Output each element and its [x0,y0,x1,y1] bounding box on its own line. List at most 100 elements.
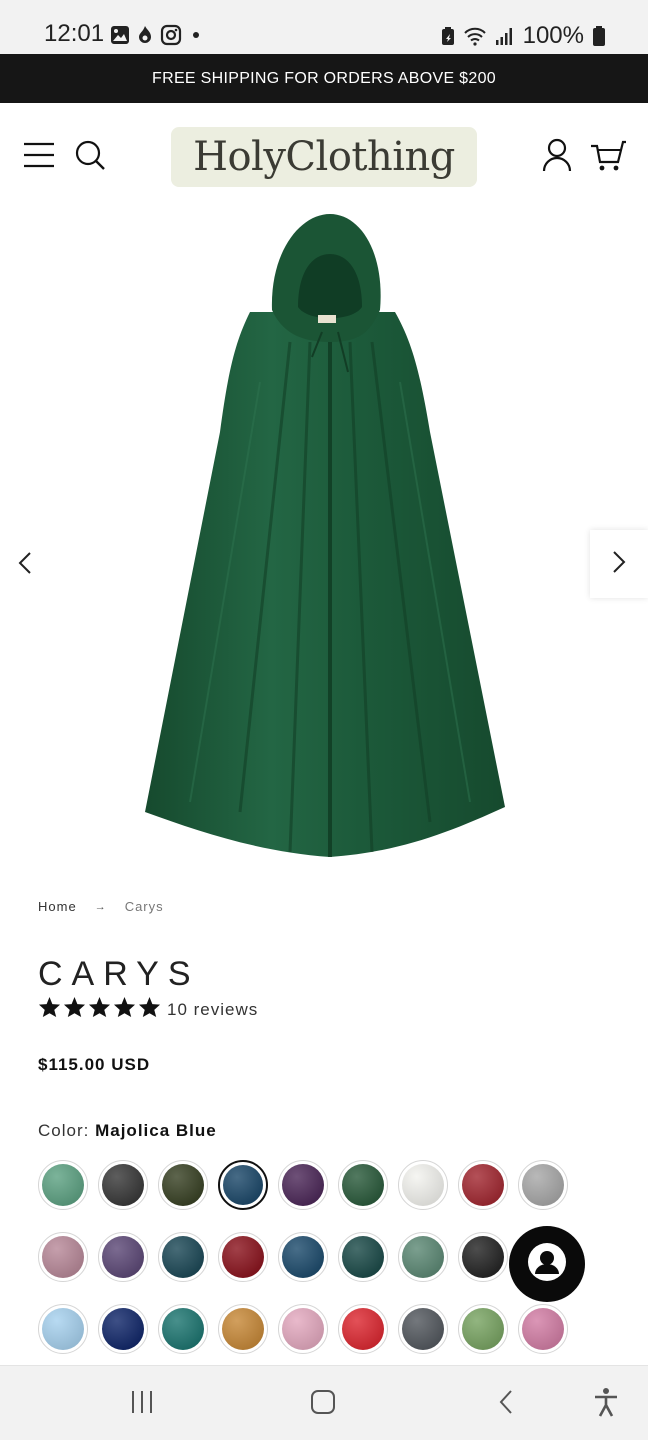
color-swatch[interactable] [458,1160,508,1210]
swatch-color-fill [42,1308,84,1350]
swatch-color-fill [462,1236,504,1278]
chat-avatar-icon [526,1241,568,1288]
color-swatch[interactable] [98,1304,148,1354]
color-swatch[interactable] [338,1160,388,1210]
color-swatch[interactable] [158,1160,208,1210]
swatch-color-fill [222,1236,264,1278]
color-swatch[interactable] [158,1304,208,1354]
star-icon [113,996,136,1023]
gallery-icon [110,25,130,45]
color-swatch[interactable] [218,1232,268,1282]
swatch-color-fill [402,1236,444,1278]
color-swatch[interactable] [158,1232,208,1282]
product-gallery[interactable] [0,212,648,872]
dot-icon [190,29,202,41]
swatch-color-fill [462,1164,504,1206]
logo-text: HolyClothing [193,134,455,180]
breadcrumb-home-link[interactable]: Home [38,899,77,914]
swatch-color-fill [342,1164,384,1206]
swatch-color-fill [222,1308,264,1350]
status-icons-right: 100% [441,22,606,50]
cart-button[interactable] [588,137,628,177]
recents-button[interactable] [122,1388,162,1420]
accessibility-icon [593,1387,619,1422]
swatch-color-fill [522,1164,564,1206]
product-title: CARYS [38,955,200,993]
color-swatch[interactable] [98,1232,148,1282]
back-icon [498,1389,514,1420]
color-swatch[interactable] [458,1304,508,1354]
chevron-right-icon [612,550,626,579]
swatch-color-fill [162,1236,204,1278]
rating-stars [38,996,161,1023]
swatch-color-fill [162,1164,204,1206]
recents-icon [130,1389,154,1420]
back-button[interactable] [486,1388,526,1420]
color-swatch[interactable] [218,1304,268,1354]
color-swatch[interactable] [398,1304,448,1354]
menu-button[interactable] [19,137,59,177]
status-time: 12:01 [44,20,105,47]
breadcrumb-separator: → [94,900,107,913]
color-swatch[interactable] [398,1160,448,1210]
announcement-bar: FREE SHIPPING FOR ORDERS ABOVE $200 [0,54,648,103]
fire-icon [138,25,152,45]
search-button[interactable] [70,137,110,177]
chevron-left-icon [18,551,32,580]
battery-saver-icon [441,26,455,46]
swatch-color-fill [402,1164,444,1206]
swatch-color-fill [462,1308,504,1350]
star-icon [138,996,161,1023]
color-swatch[interactable] [278,1160,328,1210]
color-swatch[interactable] [518,1160,568,1210]
color-swatch[interactable] [278,1232,328,1282]
swatch-color-fill [102,1236,144,1278]
swatch-color-fill [102,1308,144,1350]
accessibility-button[interactable] [586,1387,626,1422]
swatch-color-fill [522,1308,564,1350]
product-price: $115.00 USD [38,1055,151,1074]
gallery-next-button[interactable] [590,530,648,598]
color-swatch[interactable] [98,1160,148,1210]
menu-icon [23,142,55,173]
color-swatch[interactable] [38,1160,88,1210]
account-button[interactable] [537,137,577,177]
breadcrumb-current: Carys [124,899,164,914]
wifi-icon [463,26,487,46]
swatch-color-fill [42,1236,84,1278]
color-swatch[interactable] [278,1304,328,1354]
selected-color-name: Majolica Blue [95,1121,217,1140]
gallery-prev-button[interactable] [10,545,40,585]
swatch-row [38,1304,578,1354]
swatch-color-fill [402,1308,444,1350]
color-swatch[interactable] [398,1232,448,1282]
color-label: Color: Majolica Blue [38,1121,217,1141]
star-icon [88,996,111,1023]
color-swatch[interactable] [218,1160,268,1210]
home-icon [310,1389,336,1420]
account-icon [542,138,572,177]
color-swatch[interactable] [518,1304,568,1354]
signal-icon [495,26,515,46]
battery-percent: 100% [522,22,584,49]
swatch-color-fill [342,1236,384,1278]
swatch-row [38,1232,578,1282]
swatch-row [38,1160,578,1210]
breadcrumb: Home → Carys [38,899,164,914]
product-rating[interactable]: 10 reviews [38,996,258,1023]
chat-button[interactable] [509,1226,585,1302]
swatch-color-fill [282,1236,324,1278]
color-swatch[interactable] [38,1232,88,1282]
color-swatch[interactable] [458,1232,508,1282]
reviews-count[interactable]: 10 reviews [167,1000,258,1020]
color-swatch[interactable] [338,1232,388,1282]
swatch-color-fill [282,1164,324,1206]
color-swatch[interactable] [338,1304,388,1354]
holyclothing-logo[interactable]: HolyClothing [171,127,477,187]
swatch-color-fill [102,1164,144,1206]
home-button[interactable] [303,1388,343,1420]
swatch-color-fill [162,1308,204,1350]
color-swatch[interactable] [38,1304,88,1354]
instagram-icon [160,24,182,46]
color-swatches [38,1160,578,1376]
